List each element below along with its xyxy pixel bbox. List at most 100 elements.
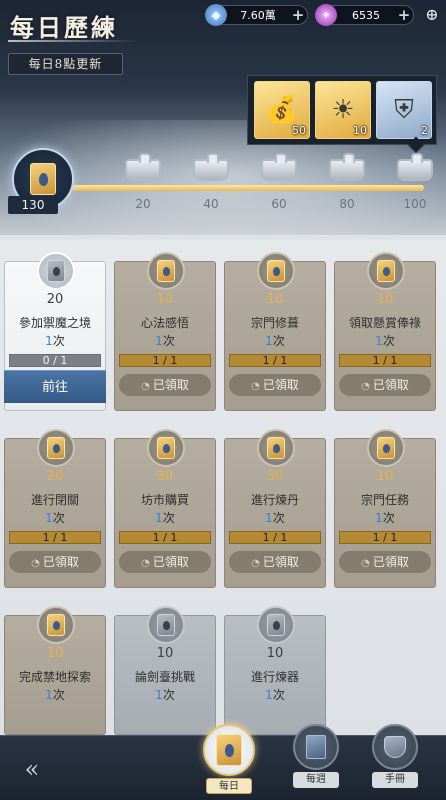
task-count-unit: 次 [52, 688, 65, 702]
menu-icon[interactable]: ⊕ [422, 5, 442, 25]
task-count-unit: 次 [162, 688, 175, 702]
currency-crystal: ◆ 7.60萬 + [205, 4, 308, 26]
task-name: 領取懸賞俸祿 [348, 316, 421, 330]
crystal-icon: ◆ [205, 4, 227, 26]
task-count-unit: 次 [162, 334, 175, 348]
task-count: 1次 [5, 686, 105, 703]
task-name: 完成禁地探索 [18, 670, 91, 684]
milestone-label: 80 [339, 197, 355, 211]
task-icon [37, 252, 75, 290]
claimed-button[interactable]: 已領取 [119, 551, 211, 573]
chest-icon [261, 153, 297, 181]
refresh-note: 每日8點更新 [8, 53, 123, 75]
task-count-unit: 次 [272, 688, 285, 702]
task-icon [367, 429, 405, 467]
task-count-unit: 次 [52, 334, 65, 348]
claimed-button[interactable]: 已領取 [229, 374, 321, 396]
title-underline [8, 40, 138, 42]
task-count: 1次 [335, 332, 435, 349]
task-points: 10 [46, 646, 64, 661]
task-count-number: 1 [265, 511, 273, 525]
currency-crystal-value: 7.60萬 [240, 9, 276, 22]
task-points: 10 [376, 469, 394, 484]
reward-count: 2 [421, 124, 428, 137]
task-progress-bar: 1 / 1 [339, 531, 431, 544]
tab-manual[interactable]: 手冊 [366, 724, 424, 796]
task-count-number: 1 [45, 688, 53, 702]
reward-count: 50 [292, 124, 306, 137]
scroll-icon [47, 260, 65, 282]
milestone-chest-40[interactable] [191, 153, 231, 184]
task-progress-bar: 1 / 1 [119, 531, 211, 544]
scroll-icon [30, 163, 56, 195]
milestone-label: 40 [203, 197, 219, 211]
tab-manual-label: 手冊 [372, 772, 418, 788]
task-card: 20 進行閉關 1次 1 / 1 已領取 [4, 429, 106, 588]
chest-icon [329, 153, 365, 181]
task-progress-bar: 1 / 1 [9, 531, 101, 544]
reward-sun-orb[interactable]: ☀ 10 [315, 81, 371, 139]
weekly-book-icon [293, 724, 339, 770]
task-count-number: 1 [45, 511, 53, 525]
task-progress-bar: 0 / 1 [9, 354, 101, 367]
task-icon [257, 252, 295, 290]
task-count-unit: 次 [272, 511, 285, 525]
task-card: 30 進行煉丹 1次 1 / 1 已領取 [224, 429, 326, 588]
milestone-chest-60[interactable] [259, 153, 299, 184]
task-points: 20 [46, 292, 64, 307]
claimed-button[interactable]: 已領取 [229, 551, 321, 573]
add-gem-button[interactable]: + [395, 6, 413, 24]
armor-chest-icon: ⛨ [394, 94, 414, 125]
reward-count: 10 [353, 124, 367, 137]
task-points: 10 [266, 646, 284, 661]
task-card: 10 論劍臺挑戰 1次 [114, 606, 216, 735]
back-arrow-icon[interactable]: « [12, 754, 52, 784]
manual-shield-icon [372, 724, 418, 770]
task-card: 10 進行煉器 1次 [224, 606, 326, 735]
task-icon [257, 429, 295, 467]
task-name: 坊市購買 [140, 493, 189, 507]
reward-gold-ingot[interactable]: 💰 50 [254, 81, 310, 139]
claimed-button[interactable]: 已領取 [9, 551, 101, 573]
tab-weekly[interactable]: 每週 [287, 724, 345, 796]
task-name: 參加禦魔之境 [18, 316, 91, 330]
milestone-chest-20[interactable] [123, 153, 163, 184]
milestone-label: 60 [271, 197, 287, 211]
tab-daily[interactable]: 每日 [200, 724, 258, 796]
task-card: 10 宗門修葺 1次 1 / 1 已領取 [224, 252, 326, 411]
task-icon [147, 606, 185, 644]
task-name: 進行煉丹 [250, 493, 299, 507]
task-grid: 20 參加禦魔之境 1次 0 / 1 前往 10 心法感悟 1次 1 / 1 已… [0, 240, 446, 735]
task-name: 心法感悟 [140, 316, 189, 330]
task-icon [37, 429, 75, 467]
task-icon [257, 606, 295, 644]
task-card: 10 領取懸賞俸祿 1次 1 / 1 已領取 [334, 252, 436, 411]
daily-scroll-icon [203, 724, 255, 776]
scroll-icon [377, 437, 395, 459]
page-title: 每日歷練 [10, 13, 118, 42]
go-button[interactable]: 前往 [4, 370, 106, 403]
claimed-button[interactable]: 已領取 [119, 374, 211, 396]
task-count: 1次 [5, 332, 105, 349]
claimed-button[interactable]: 已領取 [339, 374, 431, 396]
task-count-number: 1 [375, 511, 383, 525]
task-icon [37, 606, 75, 644]
milestone-chest-80[interactable] [327, 153, 367, 184]
milestone-label: 20 [135, 197, 151, 211]
task-count-number: 1 [155, 511, 163, 525]
task-progress-bar: 1 / 1 [119, 354, 211, 367]
task-points: 30 [156, 469, 174, 484]
add-crystal-button[interactable]: + [289, 6, 307, 24]
reward-armor-chest[interactable]: ⛨ 2 [376, 81, 432, 139]
task-count-unit: 次 [52, 511, 65, 525]
task-card: 30 坊市購買 1次 1 / 1 已領取 [114, 429, 216, 588]
task-points: 10 [376, 292, 394, 307]
task-name: 論劍臺挑戰 [134, 670, 195, 684]
milestone-label: 100 [403, 197, 427, 211]
scroll-icon [47, 614, 65, 636]
task-progress-bar: 1 / 1 [229, 531, 321, 544]
task-icon [147, 252, 185, 290]
task-count: 1次 [115, 509, 215, 526]
milestone-chest-100[interactable] [395, 153, 435, 184]
claimed-button[interactable]: 已領取 [339, 551, 431, 573]
